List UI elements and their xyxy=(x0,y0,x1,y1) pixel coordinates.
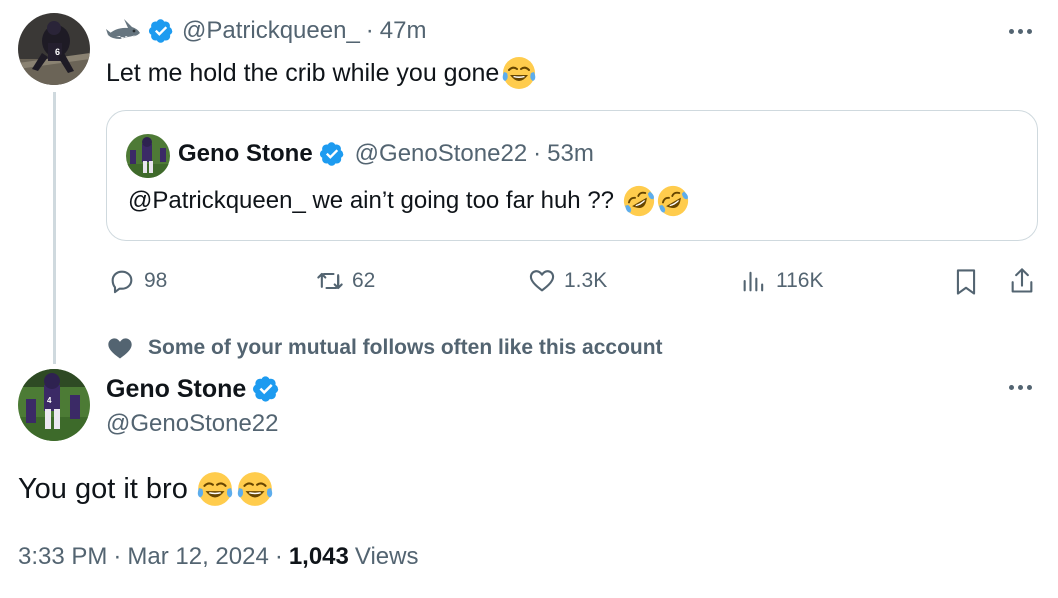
like-button[interactable]: 1.3K xyxy=(528,267,607,295)
tweet-header: @Patrickqueen_ · 47m xyxy=(106,14,426,48)
reply-views-count: 1,043 xyxy=(288,543,349,570)
social-context: Some of your mutual follows often like t… xyxy=(106,333,663,363)
tweet-handle[interactable]: @Patrickqueen_ xyxy=(182,17,360,45)
repost-icon xyxy=(317,272,343,290)
dot-separator: · xyxy=(274,543,283,570)
more-options-icon[interactable] xyxy=(1009,29,1032,34)
quoted-tweet-card[interactable] xyxy=(106,110,1038,241)
svg-text:6: 6 xyxy=(55,47,60,57)
dot-separator: · xyxy=(533,140,542,167)
quote-author-name[interactable]: Geno Stone xyxy=(178,140,313,168)
reply-author-handle[interactable]: @GenoStone22 xyxy=(106,410,279,438)
share-icon xyxy=(1011,268,1033,293)
bookmark-icon xyxy=(956,269,976,295)
verified-badge-icon xyxy=(319,141,345,167)
views-button[interactable]: 116K xyxy=(740,267,824,295)
svg-text:4: 4 xyxy=(47,396,52,405)
social-context-text: Some of your mutual follows often like t… xyxy=(148,336,663,359)
like-count: 1.3K xyxy=(564,269,608,292)
verified-badge-icon xyxy=(148,18,174,44)
reply-views-label: Views xyxy=(354,543,419,570)
dot-separator: · xyxy=(365,17,374,44)
reply-author-row: Geno Stone xyxy=(106,372,280,406)
shark-emoji-icon xyxy=(106,17,142,45)
avatar-genostone[interactable]: 4 xyxy=(18,369,90,441)
analytics-icon xyxy=(743,271,764,292)
reply-icon xyxy=(111,270,133,294)
face-with-tears-of-joy-icon xyxy=(236,470,274,508)
tweet-time[interactable]: 47m xyxy=(380,17,427,45)
bookmark-button[interactable] xyxy=(952,267,980,297)
reply-button[interactable]: 98 xyxy=(108,267,167,295)
reply-author-name[interactable]: Geno Stone xyxy=(106,375,246,404)
views-count: 116K xyxy=(776,269,824,292)
reply-text-row: You got it bro xyxy=(18,468,274,510)
tweet-text-row: Let me hold the crib while you gone xyxy=(106,54,537,92)
quote-author-handle: @GenoStone22 xyxy=(354,140,528,167)
avatar-genostone-small[interactable] xyxy=(126,134,170,178)
heart-icon xyxy=(529,270,555,292)
share-button[interactable] xyxy=(1008,265,1036,297)
repost-button[interactable]: 62 xyxy=(316,267,375,295)
quote-text-row: @Patrickqueen_ we ain’t going too far hu… xyxy=(128,184,690,218)
tweet-text: Let me hold the crib while you gone xyxy=(106,58,500,87)
reply-date[interactable]: Mar 12, 2024 xyxy=(127,543,268,571)
dot-separator: · xyxy=(113,543,122,570)
reply-handle-row: @GenoStone22 xyxy=(106,408,279,440)
thread-connector-line xyxy=(53,92,56,364)
heart-filled-icon xyxy=(108,338,132,359)
face-with-tears-of-joy-icon xyxy=(501,55,537,91)
more-options-icon[interactable] xyxy=(1009,385,1032,390)
quote-time: 53m xyxy=(547,140,594,167)
rolling-on-floor-laughing-icon xyxy=(656,184,690,218)
reply-meta-row: 3:33 PM · Mar 12, 2024 · 1,043 Views xyxy=(18,540,418,574)
reply-time[interactable]: 3:33 PM xyxy=(18,543,107,571)
repost-count: 62 xyxy=(352,269,376,292)
rolling-on-floor-laughing-icon xyxy=(622,184,656,218)
verified-badge-icon xyxy=(252,375,280,403)
reply-text: You got it bro xyxy=(18,472,188,505)
face-with-tears-of-joy-icon xyxy=(196,470,234,508)
avatar-patrickqueen[interactable]: 6 xyxy=(18,13,90,85)
quote-header: Geno Stone @GenoStone22 · 53m xyxy=(178,138,594,170)
reply-count: 98 xyxy=(144,269,168,292)
quote-text: @Patrickqueen_ we ain’t going too far hu… xyxy=(128,187,615,214)
